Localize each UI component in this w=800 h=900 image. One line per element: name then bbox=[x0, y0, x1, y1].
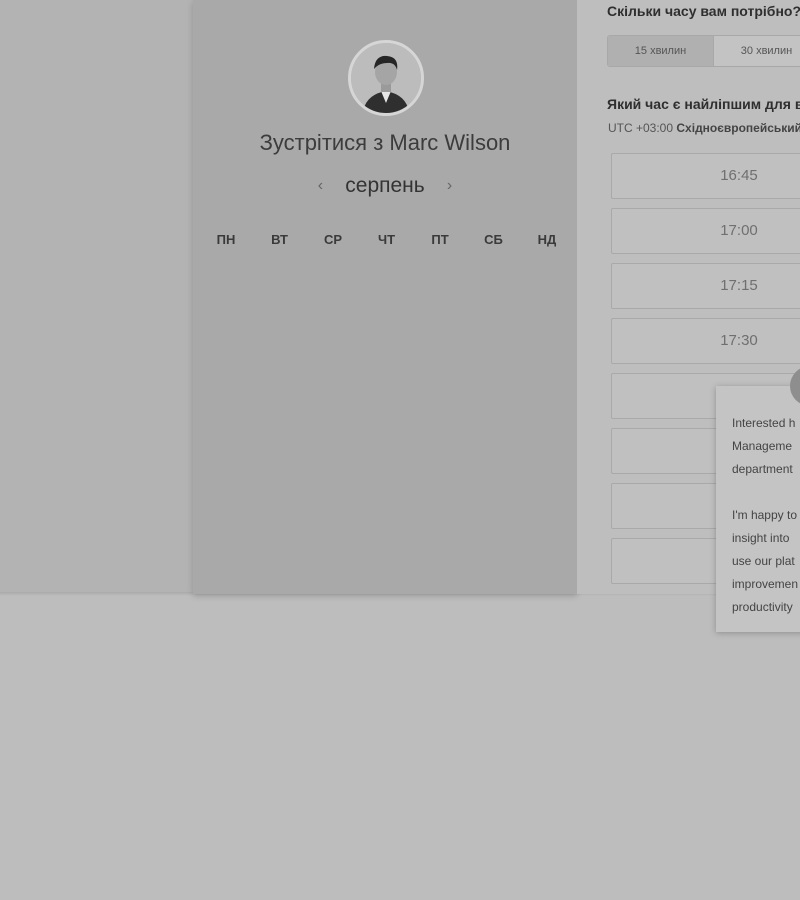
weekday-label: НД bbox=[537, 232, 557, 247]
timezone-label[interactable]: UTC +03:00 Східноєвропейський час bbox=[608, 121, 800, 135]
person-photo-icon bbox=[351, 43, 421, 113]
next-month-button[interactable]: › bbox=[439, 177, 461, 195]
duration-option[interactable]: 30 хвилин bbox=[714, 36, 800, 66]
weekday-header: ПН ВТ СР ЧТ ПТ СБ НД bbox=[196, 232, 577, 247]
duration-option[interactable]: 15 хвилин bbox=[608, 36, 714, 66]
weekday-label: СР bbox=[323, 232, 343, 247]
duration-selector: 15 хвилин 30 хвилин bbox=[607, 35, 800, 67]
time-question: Який час є найліпшим для вас? bbox=[607, 96, 800, 112]
time-slot[interactable]: 17:00 bbox=[611, 208, 800, 254]
month-navigation: ‹ серпень › bbox=[193, 174, 577, 198]
weekday-label: ЧТ bbox=[377, 232, 396, 247]
time-slot-label: 17:15 bbox=[720, 277, 758, 294]
month-label: серпень bbox=[345, 174, 425, 197]
host-title: Зустрітися з Marc Wilson bbox=[259, 130, 511, 155]
timezone-offset: UTC +03:00 bbox=[608, 121, 674, 135]
chat-popup[interactable]: Interested h Manageme department I'm hap… bbox=[716, 386, 800, 632]
time-slot-label: 17:00 bbox=[720, 222, 758, 239]
duration-question: Скільки часу вам потрібно? bbox=[607, 3, 800, 19]
weekday-label: ПТ bbox=[431, 232, 449, 247]
timezone-name: Східноєвропейський час bbox=[676, 121, 800, 135]
prev-month-button[interactable]: ‹ bbox=[309, 177, 331, 195]
time-slot-label: 16:45 bbox=[720, 167, 758, 184]
time-slot[interactable]: 16:45 bbox=[611, 153, 800, 199]
host-panel: Зустрітися з Marc Wilson ‹ серпень › ПН … bbox=[193, 0, 577, 594]
chat-message: Interested h Manageme department I'm hap… bbox=[732, 416, 799, 614]
time-slot-label: 17:30 bbox=[720, 332, 758, 349]
host-avatar bbox=[348, 40, 424, 116]
time-slot[interactable]: 17:30 bbox=[611, 318, 800, 364]
time-slot[interactable]: 17:15 bbox=[611, 263, 800, 309]
weekday-label: ПН bbox=[216, 232, 236, 247]
weekday-label: СБ bbox=[484, 232, 503, 247]
weekday-label: ВТ bbox=[271, 232, 288, 247]
